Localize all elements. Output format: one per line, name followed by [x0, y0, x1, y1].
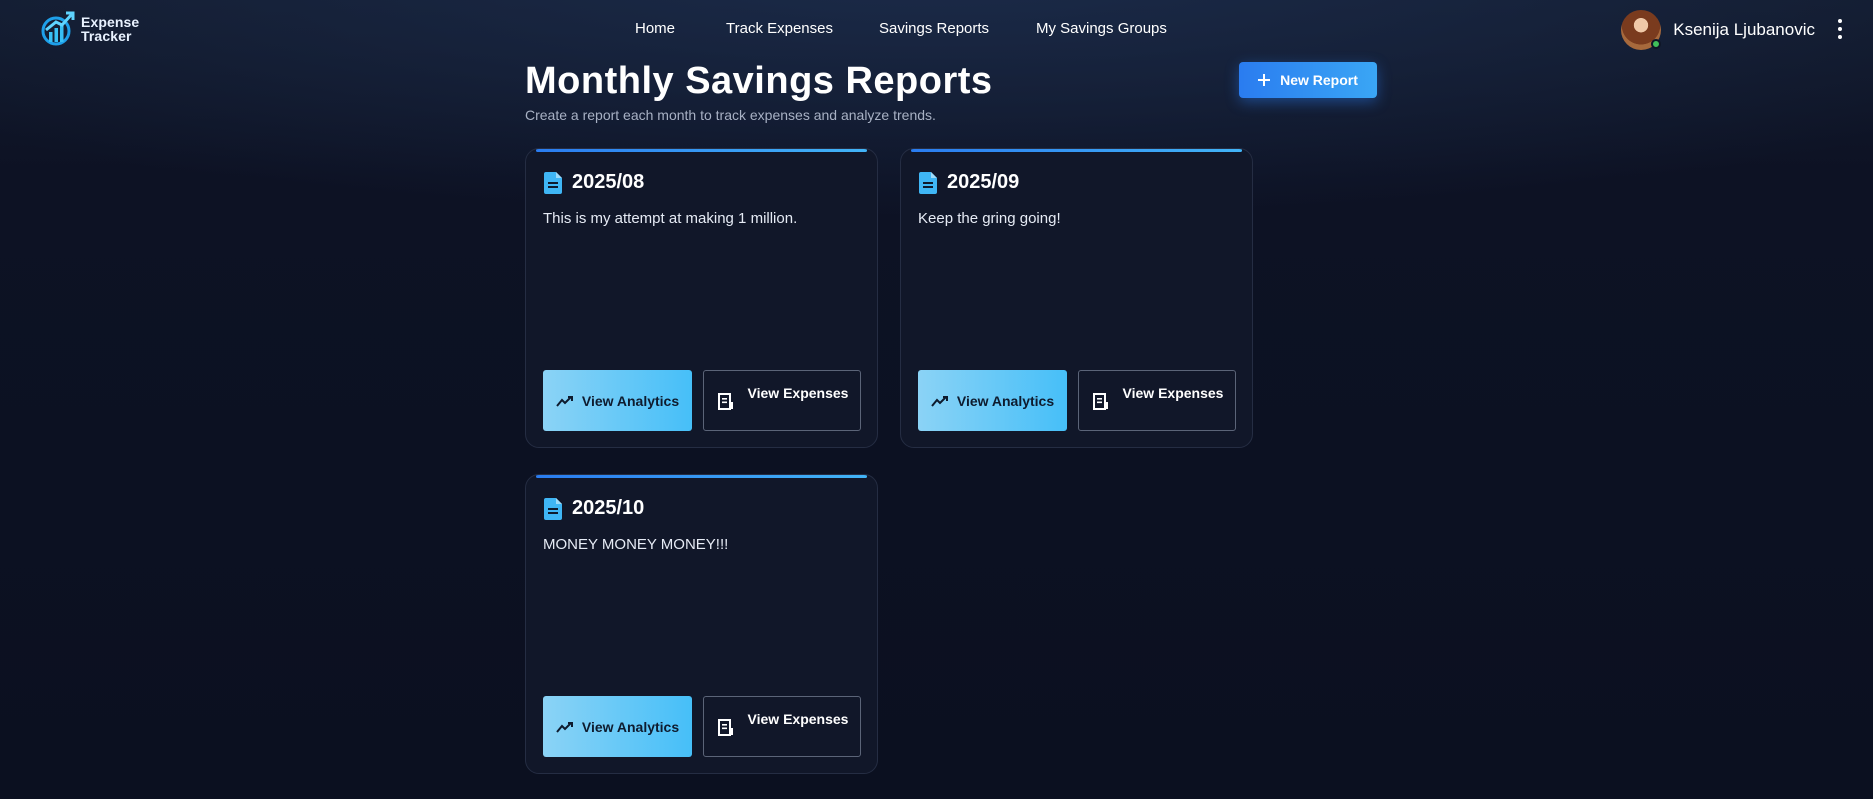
- online-status-indicator: [1651, 39, 1662, 49]
- view-analytics-button[interactable]: View Analytics: [918, 370, 1067, 431]
- nav-item-my-savings-groups[interactable]: My Savings Groups: [1036, 20, 1167, 37]
- trend-chart-icon: [556, 395, 573, 407]
- nav-item-track-expenses[interactable]: Track Expenses: [726, 20, 833, 37]
- view-expenses-label: View Expenses: [1122, 385, 1224, 401]
- report-card-header: 2025/08: [544, 171, 644, 194]
- more-vertical-icon[interactable]: [1835, 19, 1845, 39]
- report-date: 2025/08: [572, 171, 645, 193]
- report-description: Keep the gring going!: [918, 210, 1061, 227]
- view-expenses-button[interactable]: View Expenses: [1078, 370, 1236, 431]
- report-card: 2025/09 Keep the gring going! View Analy…: [900, 148, 1253, 448]
- top-header: Expense Tracker Home Track Expenses Savi…: [0, 0, 1873, 58]
- chart-arrow-logo-icon: [41, 11, 75, 46]
- report-card-header: 2025/09: [919, 171, 1019, 194]
- report-card-header: 2025/10: [544, 497, 644, 520]
- view-expenses-label: View Expenses: [747, 711, 849, 727]
- user-menu[interactable]: Ksenija Ljubanovic: [1621, 10, 1815, 50]
- report-description: This is my attempt at making 1 million.: [543, 210, 798, 227]
- avatar[interactable]: [1621, 10, 1662, 50]
- logo-line-1: Expense: [81, 14, 140, 30]
- view-expenses-button[interactable]: View Expenses: [703, 370, 861, 431]
- report-description: MONEY MONEY MONEY!!!: [543, 536, 729, 553]
- trend-chart-icon: [931, 395, 948, 407]
- new-report-button[interactable]: New Report: [1239, 62, 1377, 98]
- document-icon: [919, 171, 937, 194]
- view-analytics-label: View Analytics: [956, 392, 1055, 409]
- report-card: 2025/08 This is my attempt at making 1 m…: [525, 148, 878, 448]
- report-card: 2025/10 MONEY MONEY MONEY!!! View Analyt…: [525, 474, 878, 774]
- document-icon: [544, 497, 562, 520]
- view-expenses-label: View Expenses: [747, 385, 849, 401]
- view-analytics-label: View Analytics: [581, 718, 680, 735]
- nav-item-home[interactable]: Home: [635, 20, 675, 37]
- new-report-label: New Report: [1280, 72, 1358, 88]
- receipt-icon: [1093, 393, 1108, 410]
- view-analytics-label: View Analytics: [581, 392, 680, 409]
- app-logo[interactable]: Expense Tracker: [40, 10, 139, 48]
- page-title: Monthly Savings Reports: [525, 60, 993, 102]
- document-icon: [544, 171, 562, 194]
- plus-icon: [1258, 74, 1271, 86]
- logo-text: Expense Tracker: [81, 15, 139, 43]
- receipt-icon: [718, 393, 733, 410]
- view-analytics-button[interactable]: View Analytics: [543, 696, 692, 757]
- page-subtitle: Create a report each month to track expe…: [525, 107, 936, 123]
- logo-line-2: Tracker: [81, 28, 132, 44]
- nav-item-savings-reports[interactable]: Savings Reports: [879, 20, 989, 37]
- trend-chart-icon: [556, 721, 573, 733]
- report-date: 2025/10: [572, 497, 645, 519]
- receipt-icon: [718, 719, 733, 736]
- report-date: 2025/09: [947, 171, 1020, 193]
- view-analytics-button[interactable]: View Analytics: [543, 370, 692, 431]
- view-expenses-button[interactable]: View Expenses: [703, 696, 861, 757]
- user-name: Ksenija Ljubanovic: [1673, 20, 1815, 39]
